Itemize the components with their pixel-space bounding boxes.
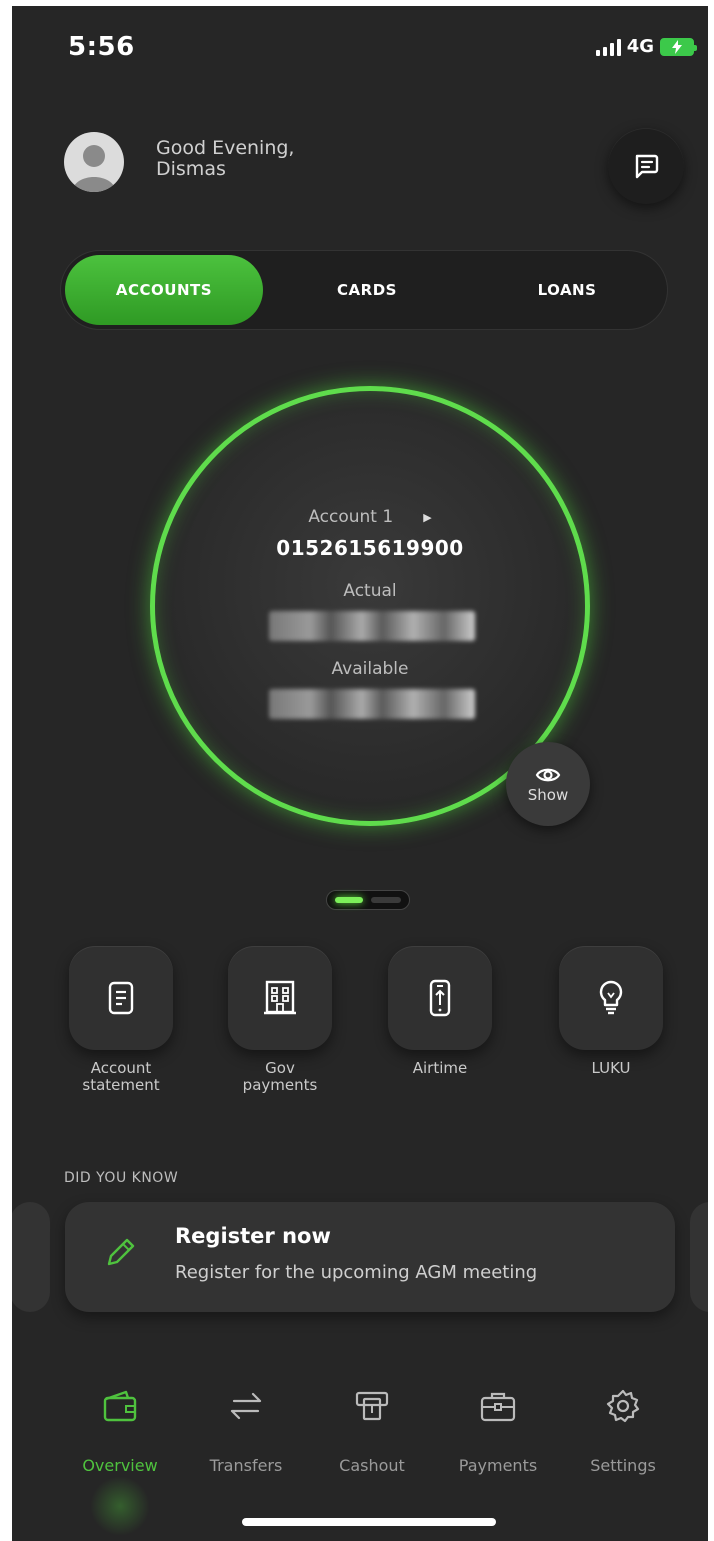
quick-action-label: Airtime [412,1059,468,1077]
quick-action-label: payments [242,1076,318,1094]
airtime-button[interactable]: Airtime [385,946,495,1077]
nav-transfers[interactable]: Transfers [191,1376,301,1475]
nav-overview[interactable]: Overview [65,1376,175,1475]
card-title: Register now [175,1224,331,1248]
quick-actions: Account statement Gov payments Airtime L… [12,946,708,1116]
account-type-tabs: ACCOUNTS CARDS LOANS [60,250,668,330]
gov-payments-button[interactable]: Gov payments [225,946,335,1094]
status-indicators: 4G [595,36,697,57]
nav-label: Transfers [209,1456,283,1475]
building-icon [264,980,296,1015]
transfer-arrows-icon [230,1392,262,1420]
quick-action-label: statement [82,1076,160,1094]
actual-balance-label: Actual [343,581,397,601]
luku-button[interactable]: LUKU [556,946,666,1077]
account-selector[interactable]: Account 1 ▶ [155,507,585,527]
signal-icon [595,38,621,56]
available-balance-label: Available [331,659,409,679]
account-number: 0152615619900 [276,536,464,560]
page-dot [371,897,401,903]
card-subtitle: Register for the upcoming AGM meeting [175,1262,538,1283]
tab-cards[interactable]: CARDS [267,251,467,329]
nav-label: Settings [590,1456,656,1475]
tab-loans[interactable]: LOANS [467,251,667,329]
status-time: 5:56 [68,32,135,62]
play-arrow-icon: ▶ [423,510,432,524]
actual-balance-hidden [269,611,475,641]
account-name: Account 1 [308,507,394,527]
greeting-header: Good Evening, Dismas [64,128,684,208]
app-screen: 5:56 4G Good Evening, Dismas ACCOUNTS CA… [12,6,708,1541]
greeting-line: Good Evening, [156,137,295,159]
previous-card-peek[interactable] [12,1202,50,1312]
greeting-text: Good Evening, Dismas [156,138,294,180]
did-you-know-card[interactable]: Register now Register for the upcoming A… [65,1202,675,1312]
wallet-icon [103,1390,137,1422]
status-bar: 5:56 4G [12,6,708,86]
eye-icon [535,768,561,782]
user-name: Dismas [156,158,226,180]
atm-icon [355,1391,389,1421]
page-indicator[interactable] [326,890,410,910]
quick-action-label: LUKU [591,1059,631,1077]
battery-charging-icon [660,37,697,56]
nav-label: Payments [458,1456,538,1475]
avatar[interactable] [64,132,124,192]
document-icon [108,981,134,1015]
nav-label: Cashout [339,1456,405,1475]
nav-settings[interactable]: Settings [568,1376,678,1475]
briefcase-icon [480,1392,516,1422]
show-label: Show [527,786,569,804]
network-type: 4G [626,36,654,57]
nav-label: Overview [82,1456,158,1475]
page-dot-active [335,897,363,903]
pencil-icon [107,1238,135,1266]
home-indicator[interactable] [242,1518,496,1526]
quick-action-label: Gov [265,1059,295,1077]
messages-button[interactable] [608,128,684,204]
account-statement-button[interactable]: Account statement [66,946,176,1094]
nav-cashout[interactable]: Cashout [317,1376,427,1475]
lightbulb-icon [599,980,623,1015]
chat-icon [635,154,659,179]
next-card-peek[interactable] [690,1202,708,1312]
available-balance-hidden [269,689,475,719]
show-balance-button[interactable]: Show [506,742,590,826]
did-you-know-heading: DID YOU KNOW [64,1170,179,1186]
nav-payments[interactable]: Payments [443,1376,553,1475]
quick-action-label: Account [90,1059,152,1077]
tab-accounts[interactable]: ACCOUNTS [65,255,263,325]
gear-icon [606,1389,640,1423]
active-tab-glow [90,1476,150,1536]
phone-topup-icon [429,979,451,1017]
